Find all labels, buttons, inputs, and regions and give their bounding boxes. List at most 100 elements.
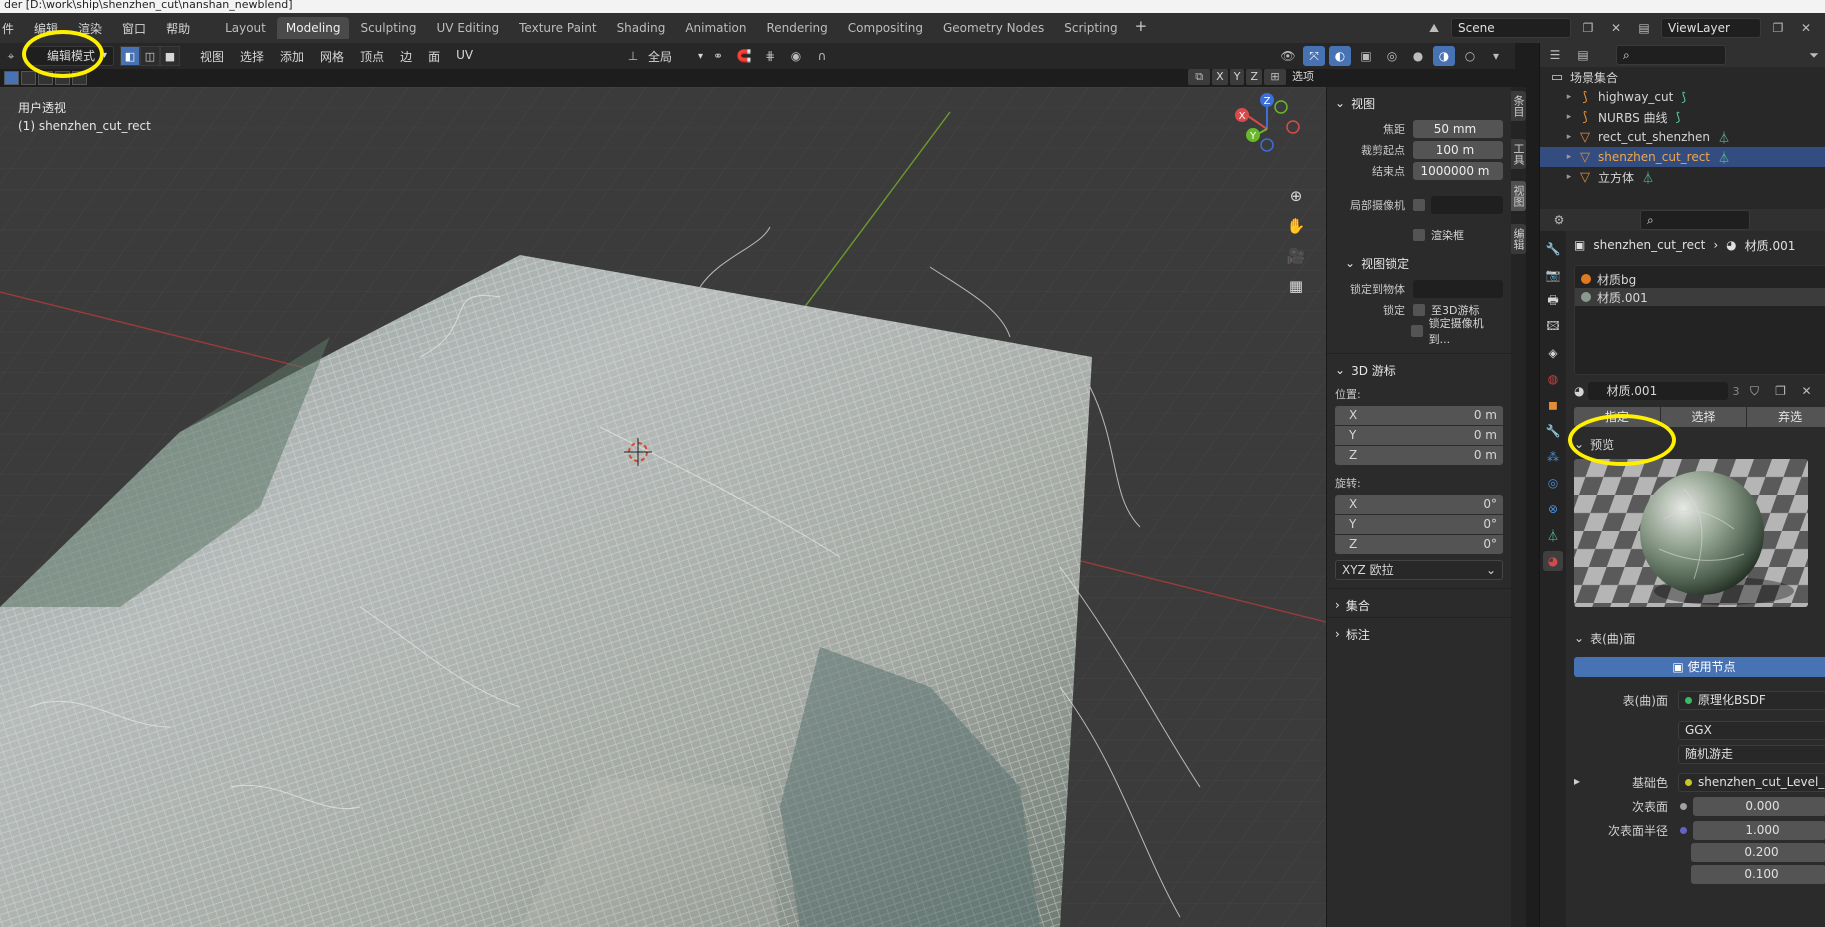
output-tab-icon[interactable]: 🖶 <box>1543 291 1563 311</box>
unlink-icon[interactable]: ✕ <box>1795 381 1817 401</box>
chevron-down-icon[interactable]: ▾ <box>1485 46 1507 66</box>
tab-uv-editing[interactable]: UV Editing <box>428 17 509 39</box>
navigation-gizmo[interactable]: Z X Y <box>1225 87 1305 157</box>
collection-section-header[interactable]: › 集合 <box>1335 595 1503 615</box>
ortho-grid-icon[interactable]: ▦ <box>1285 277 1307 295</box>
outliner-item[interactable]: ▸ ⟆ highway_cut ⟆ <box>1540 87 1825 107</box>
render-tab-icon[interactable]: 📷 <box>1543 265 1563 285</box>
subsurface-method-dropdown[interactable]: 随机游走 <box>1678 744 1825 764</box>
options-dropdown[interactable]: 选项 <box>1288 69 1318 85</box>
fake-user-icon[interactable]: ⛉ <box>1743 381 1765 401</box>
deselect-button[interactable]: 弃选 <box>1747 407 1825 427</box>
display-mode-icon[interactable]: ▤ <box>1572 45 1594 65</box>
wireframe-shading-icon[interactable]: ◎ <box>1381 46 1403 66</box>
delete-scene-icon[interactable]: ✕ <box>1605 18 1627 38</box>
menu-window[interactable]: 窗口 <box>112 20 156 37</box>
viewlayer-field[interactable]: ViewLayer <box>1661 18 1761 38</box>
material-tab-icon[interactable]: ◕ <box>1543 551 1563 571</box>
subtract-selection-icon[interactable] <box>38 71 53 85</box>
solid-shading-icon[interactable]: ● <box>1407 46 1429 66</box>
distribution-dropdown[interactable]: GGX <box>1678 720 1825 740</box>
modifier-tab-icon[interactable]: 🔧 <box>1543 421 1563 441</box>
new-viewlayer-icon[interactable]: ❐ <box>1767 18 1789 38</box>
falloff-icon[interactable]: ∩ <box>811 46 833 66</box>
tab-sculpting[interactable]: Sculpting <box>351 17 425 39</box>
mirror-z-button[interactable]: Z <box>1246 69 1262 85</box>
xray-icon[interactable]: ▣ <box>1355 46 1377 66</box>
expand-icon[interactable]: ▸ <box>1568 774 1580 788</box>
annotation-section-header[interactable]: › 标注 <box>1335 624 1503 644</box>
filter-icon[interactable]: ⏷ <box>1803 45 1825 65</box>
expand-icon[interactable]: ▸ <box>1562 92 1576 102</box>
auto-merge-icon[interactable]: ⊞ <box>1264 69 1286 85</box>
gizmo-neg-x-icon[interactable] <box>1286 120 1300 134</box>
menu-edge[interactable]: 边 <box>392 48 420 65</box>
use-nodes-button[interactable]: ▣ 使用节点 <box>1574 657 1825 677</box>
view-section-header[interactable]: ⌄ 视图 <box>1335 93 1503 113</box>
tab-scripting[interactable]: Scripting <box>1055 17 1126 39</box>
outliner-item[interactable]: ▸ ⟆ NURBS 曲线 ⟆ <box>1540 107 1825 127</box>
assign-button[interactable]: 指定 <box>1574 407 1661 427</box>
vertex-select-icon[interactable]: ◧ <box>120 46 140 66</box>
particles-tab-icon[interactable]: ⁂ <box>1543 447 1563 467</box>
tab-tool[interactable]: 工具 <box>1511 139 1526 169</box>
material-browse-icon[interactable]: ◕ <box>1574 384 1584 398</box>
intersect-selection-icon[interactable] <box>72 71 87 85</box>
outliner-root[interactable]: ▭ 场景集合 <box>1540 67 1825 87</box>
editor-type-icon[interactable]: ⌖ <box>0 46 22 66</box>
outliner-search-input[interactable]: ⌕ <box>1616 45 1726 65</box>
world-tab-icon[interactable]: ◍ <box>1543 369 1563 389</box>
difference-selection-icon[interactable] <box>55 71 70 85</box>
tab-rendering[interactable]: Rendering <box>758 17 837 39</box>
menu-mesh[interactable]: 网格 <box>312 48 352 65</box>
tab-modeling[interactable]: Modeling <box>276 17 350 39</box>
overlay-toggle-icon[interactable]: ◐ <box>1329 46 1351 66</box>
base-color-field[interactable]: shenzhen_cut_Level_15 <box>1678 772 1825 792</box>
new-selection-icon[interactable] <box>4 71 19 85</box>
object-tab-icon[interactable]: ◼ <box>1543 395 1563 415</box>
3d-viewport[interactable]: 用户透视 (1) shenzhen_cut_rect Z X Y ⊕ ✋ 🎥 ▦ <box>0 87 1326 927</box>
menu-render[interactable]: 渲染 <box>68 20 112 37</box>
camera-icon[interactable]: 🎥 <box>1285 247 1307 265</box>
outliner-item[interactable]: ▸ ▽ 立方体 ⏃ <box>1540 167 1825 187</box>
cursor-location-z-field[interactable]: Z 0 m <box>1335 446 1503 465</box>
clip-end-field[interactable]: 1000000 m <box>1413 162 1503 180</box>
scene-tab-icon[interactable]: ◈ <box>1543 343 1563 363</box>
menu-help[interactable]: 帮助 <box>156 20 200 37</box>
lock-to-object-field[interactable] <box>1413 280 1503 298</box>
editor-type-icon[interactable]: ☰ <box>1544 45 1566 65</box>
visibility-icon[interactable]: 👁 <box>1277 46 1299 66</box>
rendered-shading-icon[interactable]: ○ <box>1459 46 1481 66</box>
outliner-item[interactable]: ▸ ▽ rect_cut_shenzhen ⏃ <box>1540 127 1825 147</box>
cursor-location-y-field[interactable]: Y 0 m <box>1335 426 1503 445</box>
zoom-icon[interactable]: ⊕ <box>1285 187 1307 205</box>
transform-orientation[interactable]: ⊥ 全局 ▾ ⚭ 🧲 ⋕ ◉ ∩ <box>622 46 833 66</box>
expand-icon[interactable]: ▸ <box>1562 112 1576 122</box>
cursor-section-header[interactable]: ⌄ 3D 游标 <box>1335 360 1503 380</box>
pan-hand-icon[interactable]: ✋ <box>1285 217 1307 235</box>
lock-camera-checkbox[interactable] <box>1411 325 1423 337</box>
tab-texture-paint[interactable]: Texture Paint <box>510 17 605 39</box>
cursor-rotation-y-field[interactable]: Y 0° <box>1335 515 1503 534</box>
view-layer-tab-icon[interactable]: 🖾 <box>1543 317 1563 337</box>
menu-face[interactable]: 面 <box>420 48 448 65</box>
render-region-checkbox[interactable] <box>1413 229 1425 241</box>
select-button[interactable]: 选择 <box>1660 407 1748 427</box>
face-select-icon[interactable]: ■ <box>160 46 180 66</box>
data-tab-icon[interactable]: ⏃ <box>1543 525 1563 545</box>
expand-icon[interactable]: ▸ <box>1562 132 1576 142</box>
material-slot-active[interactable]: 材质.001 <box>1575 288 1825 306</box>
subsurface-radius-y-field[interactable]: 0.200 <box>1691 842 1825 862</box>
clip-start-field[interactable]: 100 m <box>1413 141 1503 159</box>
material-shading-icon[interactable]: ◑ <box>1433 46 1455 66</box>
menu-select[interactable]: 选择 <box>232 48 272 65</box>
menu-uv[interactable]: UV <box>448 48 481 65</box>
gizmo-toggle-icon[interactable]: ⤧ <box>1303 46 1325 66</box>
expand-icon[interactable]: ▸ <box>1562 172 1576 182</box>
extend-selection-icon[interactable] <box>21 71 36 85</box>
snap-target-icon[interactable]: ⋕ <box>759 46 781 66</box>
mode-dropdown[interactable]: 编辑模式 ▾ <box>24 46 114 66</box>
local-camera-field[interactable] <box>1431 196 1503 214</box>
lock-3d-cursor-checkbox[interactable] <box>1413 304 1425 316</box>
properties-search-input[interactable]: ⌕ <box>1640 210 1750 230</box>
